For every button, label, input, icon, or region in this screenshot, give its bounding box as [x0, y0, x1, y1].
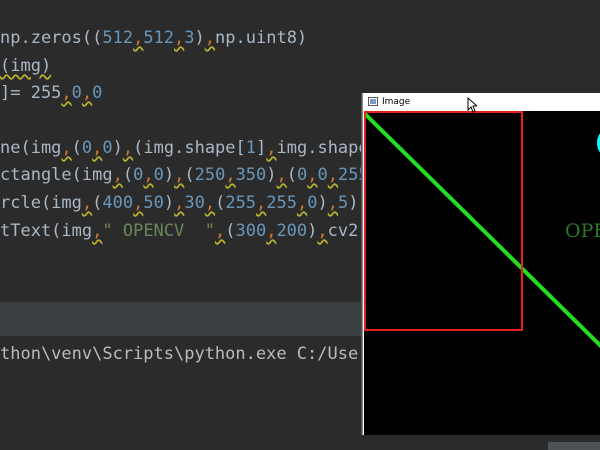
code-token: ): [112, 138, 123, 158]
code-token: ,: [266, 221, 277, 241]
code-token: ,: [81, 83, 93, 103]
code-token: ,: [81, 193, 93, 213]
code-token: ,: [112, 165, 123, 185]
code-token: (: [225, 221, 236, 241]
code-token: rcle(img: [0, 193, 82, 213]
code-line-6[interactable]: rcle(img,(400,50),30,(255,255,0),5): [0, 191, 359, 215]
code-token: 200: [276, 221, 308, 241]
code-token: (img.shape[: [133, 138, 246, 158]
image-window[interactable]: Image OPE: [362, 93, 600, 435]
code-token: ,: [92, 138, 103, 158]
code-token: 250: [194, 165, 226, 185]
code-token: ctangle(img: [0, 165, 113, 185]
code-token: ): [348, 193, 359, 213]
code-token: ): [163, 165, 175, 185]
code-token: 255: [266, 193, 298, 213]
code-token: ,: [204, 193, 216, 213]
code-token: ): [194, 28, 205, 48]
code-token: 0: [153, 165, 164, 185]
code-token: np.uint8): [215, 28, 308, 48]
red-rectangle: [364, 111, 523, 331]
code-token: ,: [327, 193, 339, 213]
code-token: 30: [184, 193, 205, 213]
code-line-2[interactable]: (img): [0, 54, 51, 78]
code-token: ,: [307, 165, 318, 185]
code-token: tText(img: [0, 221, 93, 241]
opencv-canvas-text: OPE: [565, 220, 600, 242]
code-token: ): [163, 193, 175, 213]
code-token: ]: [256, 138, 267, 158]
code-token: (: [71, 138, 82, 158]
code-token: ,: [225, 165, 236, 185]
code-token: ,: [61, 83, 72, 103]
image-window-icon: [368, 97, 378, 106]
code-token: 400: [102, 193, 134, 213]
code-line-5[interactable]: ctangle(img,(0,0),(250,350),(0,0,255: [0, 163, 369, 187]
code-token: img.shape: [276, 138, 369, 158]
code-token: ]= 255: [0, 83, 62, 103]
code-line-3[interactable]: ]= 255,0,0: [0, 81, 102, 105]
code-token: 0: [297, 165, 308, 185]
code-token: 512: [143, 28, 175, 48]
code-token: ,: [327, 165, 339, 185]
image-canvas[interactable]: OPE: [364, 111, 600, 435]
code-token: ,: [297, 193, 308, 213]
mouse-pointer-icon: [467, 97, 477, 113]
code-token: 50: [143, 193, 164, 213]
code-token: ,: [214, 221, 226, 241]
bottom-scroll-tab[interactable]: [548, 442, 600, 450]
code-token: ,: [133, 28, 144, 48]
code-token: ,: [276, 165, 287, 185]
code-token: ,: [133, 193, 144, 213]
code-token: 0: [307, 193, 318, 213]
code-token: ,: [256, 193, 267, 213]
code-token: (: [122, 165, 134, 185]
code-token: ): [317, 193, 328, 213]
code-token: (: [92, 193, 103, 213]
code-token: ,: [174, 28, 185, 48]
image-window-title: Image: [382, 97, 411, 107]
code-token: ,: [317, 221, 328, 241]
code-token: ,: [92, 221, 103, 241]
code-token: 0: [92, 83, 103, 103]
image-window-titlebar[interactable]: Image: [363, 93, 600, 111]
code-token: 350: [235, 165, 267, 185]
code-token: 0: [81, 138, 93, 158]
code-line-7[interactable]: tText(img," OPENCV ",(300,200),cv2.: [0, 219, 369, 243]
code-token: ,: [61, 138, 72, 158]
code-token: ,: [204, 28, 216, 48]
code-token: 3: [184, 28, 195, 48]
code-token: (: [215, 193, 226, 213]
code-token: (img): [0, 56, 52, 76]
code-token: ,: [143, 165, 154, 185]
code-token: ,: [122, 138, 134, 158]
code-token: " OPENCV ": [102, 221, 215, 241]
code-token: ): [266, 165, 277, 185]
code-token: ,: [174, 165, 185, 185]
code-token: ,: [266, 138, 277, 158]
code-token: 0: [133, 165, 144, 185]
code-token: 0: [71, 83, 82, 103]
image-canvas-drawing: OPE: [364, 111, 600, 349]
code-token: np.zeros((: [0, 28, 103, 48]
code-token: 255: [225, 193, 257, 213]
code-token: ne(img: [0, 138, 62, 158]
code-token: 5: [338, 193, 349, 213]
code-token: ): [307, 221, 318, 241]
code-token: 512: [102, 28, 134, 48]
code-token: 0: [102, 138, 113, 158]
code-token: 0: [317, 165, 328, 185]
code-line-4[interactable]: ne(img,(0,0),(img.shape[1],img.shape: [0, 136, 369, 160]
code-line-1[interactable]: np.zeros((512,512,3),np.uint8): [0, 26, 307, 50]
code-token: (: [286, 165, 298, 185]
code-token: 1: [245, 138, 257, 158]
code-token: 300: [235, 221, 267, 241]
code-token: (: [184, 165, 195, 185]
code-token: ,: [174, 193, 185, 213]
run-command-text: thon\venv\Scripts\python.exe C:/Users: [0, 344, 379, 364]
screen: np.zeros((512,512,3),np.uint8) (img) ]= …: [0, 0, 600, 450]
